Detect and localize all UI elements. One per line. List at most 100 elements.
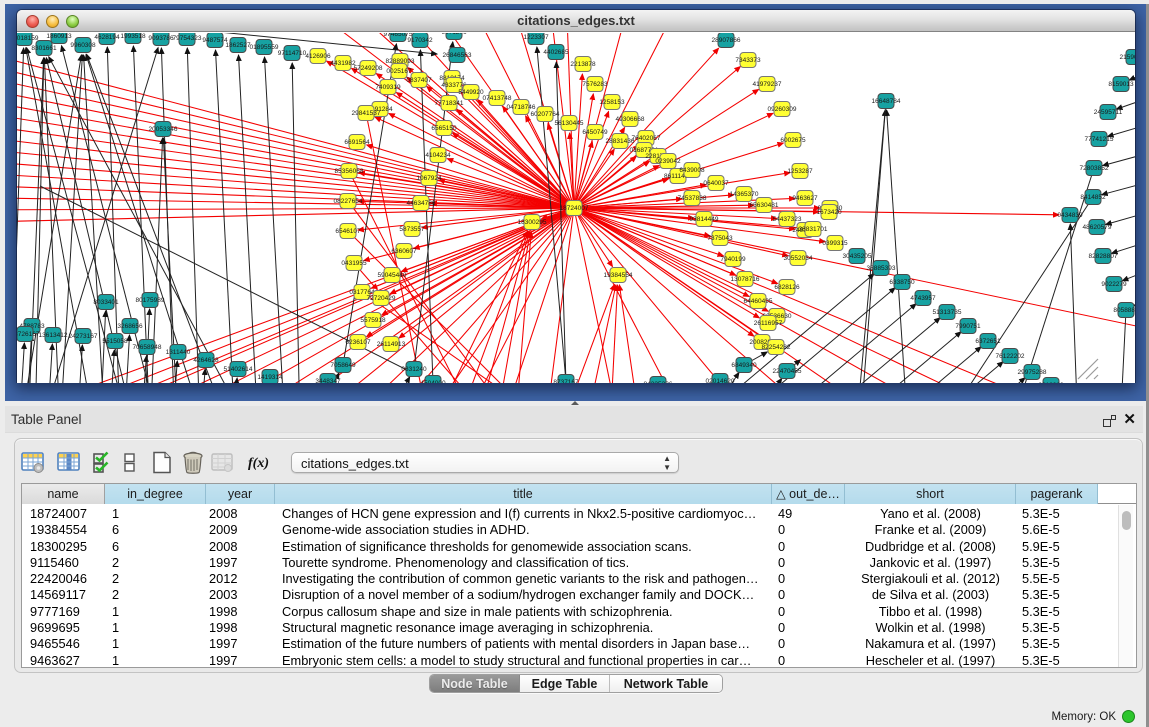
svg-text:6546107: 6546107 (335, 228, 361, 235)
svg-text:0431955: 0431955 (341, 260, 367, 267)
svg-text:7576283: 7576283 (582, 81, 608, 88)
svg-text:64460495: 64460495 (744, 298, 773, 305)
svg-text:8414852: 8414852 (1080, 194, 1106, 201)
svg-text:6849340: 6849340 (731, 362, 757, 369)
svg-text:8058887: 8058887 (1113, 307, 1135, 314)
svg-text:79754323: 79754323 (173, 35, 202, 42)
svg-text:6360607: 6360607 (391, 248, 417, 255)
svg-text:1223307: 1223307 (523, 34, 549, 41)
svg-text:74537838: 74537838 (678, 195, 707, 202)
svg-text:80175989: 80175989 (136, 297, 165, 304)
svg-text:01895559: 01895559 (250, 44, 279, 51)
svg-text:6450749: 6450749 (582, 129, 608, 136)
svg-text:1993518: 1993518 (120, 33, 146, 40)
svg-text:13078716: 13078716 (731, 276, 760, 283)
svg-text:38831701: 38831701 (799, 226, 828, 233)
svg-text:1311440: 1311440 (166, 349, 191, 356)
svg-text:07413748: 07413748 (483, 95, 512, 102)
svg-text:16648784: 16648784 (872, 98, 901, 105)
svg-text:6439008: 6439008 (679, 167, 705, 174)
svg-text:08227654: 08227654 (334, 198, 363, 205)
svg-text:4431982: 4431982 (330, 60, 356, 67)
svg-text:8301661: 8301661 (31, 45, 57, 52)
svg-text:26018159: 26018159 (17, 35, 39, 42)
svg-text:5873557: 5873557 (399, 226, 425, 233)
svg-text:7409319: 7409319 (375, 84, 401, 91)
svg-text:76122202: 76122202 (996, 353, 1025, 360)
svg-text:6372651: 6372651 (975, 338, 1001, 345)
svg-text:20053346: 20053346 (149, 126, 178, 133)
svg-text:76402067: 76402067 (632, 135, 661, 142)
svg-text:6236107: 6236107 (345, 339, 371, 346)
svg-text:8737167: 8737167 (553, 379, 579, 383)
svg-text:85356068: 85356068 (335, 168, 364, 175)
svg-text:7343373: 7343373 (735, 57, 761, 64)
svg-text:14365370: 14365370 (730, 191, 759, 198)
svg-text:38885393: 38885393 (867, 265, 896, 272)
svg-text:1258153: 1258153 (599, 99, 625, 106)
svg-text:9170342: 9170342 (407, 37, 433, 44)
svg-text:6002675: 6002675 (780, 137, 806, 144)
svg-text:84335326: 84335326 (644, 381, 673, 383)
svg-text:54437323: 54437323 (773, 216, 802, 223)
svg-text:59045440: 59045440 (378, 272, 407, 279)
svg-text:56130445: 56130445 (555, 120, 584, 127)
svg-text:0239042: 0239042 (655, 158, 681, 165)
svg-text:8159013: 8159013 (1108, 81, 1134, 88)
svg-text:6828126: 6828126 (774, 284, 800, 291)
svg-text:0399315: 0399315 (822, 240, 848, 247)
svg-text:6691564: 6691564 (344, 139, 370, 146)
svg-text:8033401: 8033401 (93, 299, 119, 306)
svg-text:0640037: 0640037 (703, 180, 729, 187)
svg-text:82254282: 82254282 (762, 344, 791, 351)
svg-text:1862527: 1862527 (225, 42, 251, 49)
svg-text:30435205: 30435205 (843, 253, 872, 260)
svg-text:9463627: 9463627 (792, 195, 818, 202)
svg-text:41979237: 41979237 (753, 81, 782, 88)
svg-text:65630481: 65630481 (750, 202, 779, 209)
svg-text:0831240: 0831240 (401, 366, 427, 373)
svg-text:29975288: 29975288 (1018, 369, 1047, 376)
svg-text:9487574: 9487574 (202, 37, 228, 44)
svg-text:77741215: 77741215 (1085, 136, 1114, 143)
svg-text:48620579: 48620579 (1083, 224, 1112, 231)
svg-text:18300295: 18300295 (518, 219, 547, 226)
svg-text:0018263: 0018263 (1038, 382, 1064, 383)
svg-text:83726167: 83726167 (17, 331, 40, 338)
svg-text:57249208: 57249208 (354, 65, 383, 72)
svg-text:26116957: 26116957 (754, 320, 783, 327)
svg-text:4743957: 4743957 (910, 295, 936, 302)
svg-text:6565150: 6565150 (431, 125, 457, 132)
svg-text:26846563: 26846563 (443, 52, 472, 59)
svg-text:4628194: 4628194 (94, 34, 120, 41)
svg-text:77718341: 77718341 (435, 100, 464, 107)
svg-text:13613412: 13613412 (39, 332, 68, 339)
svg-text:18724007: 18724007 (560, 205, 589, 212)
svg-text:0434839: 0434839 (1057, 212, 1083, 219)
svg-text:28907866: 28907866 (712, 37, 741, 44)
svg-text:51402614: 51402614 (224, 366, 253, 373)
svg-text:72803852: 72803852 (1080, 165, 1109, 172)
svg-text:9022279: 9022279 (1101, 281, 1127, 288)
svg-text:7058649: 7058649 (330, 362, 356, 369)
svg-text:49306668: 49306668 (616, 116, 645, 123)
svg-text:22470455: 22470455 (773, 368, 802, 375)
svg-text:5515058: 5515058 (102, 338, 128, 345)
svg-text:4104234: 4104234 (425, 152, 451, 159)
svg-text:82828807: 82828807 (1089, 253, 1118, 260)
svg-text:1860913: 1860913 (46, 33, 72, 40)
svg-text:2213878: 2213878 (570, 61, 596, 68)
svg-text:26114913: 26114913 (377, 341, 406, 348)
svg-text:24595711: 24595711 (1094, 109, 1123, 116)
svg-text:4504000: 4504000 (420, 380, 446, 383)
svg-text:1419314: 1419314 (257, 374, 283, 381)
svg-text:28831436: 28831436 (606, 138, 635, 145)
svg-text:70658948: 70658948 (133, 344, 162, 351)
svg-text:93814449: 93814449 (690, 216, 719, 223)
svg-text:9960308: 9960308 (70, 42, 96, 49)
svg-text:30552034: 30552034 (784, 255, 813, 262)
svg-text:24273167: 24273167 (69, 333, 98, 340)
svg-text:3268656: 3268656 (117, 323, 143, 330)
svg-text:4402685: 4402685 (543, 49, 569, 56)
svg-text:09260309: 09260309 (768, 106, 797, 113)
